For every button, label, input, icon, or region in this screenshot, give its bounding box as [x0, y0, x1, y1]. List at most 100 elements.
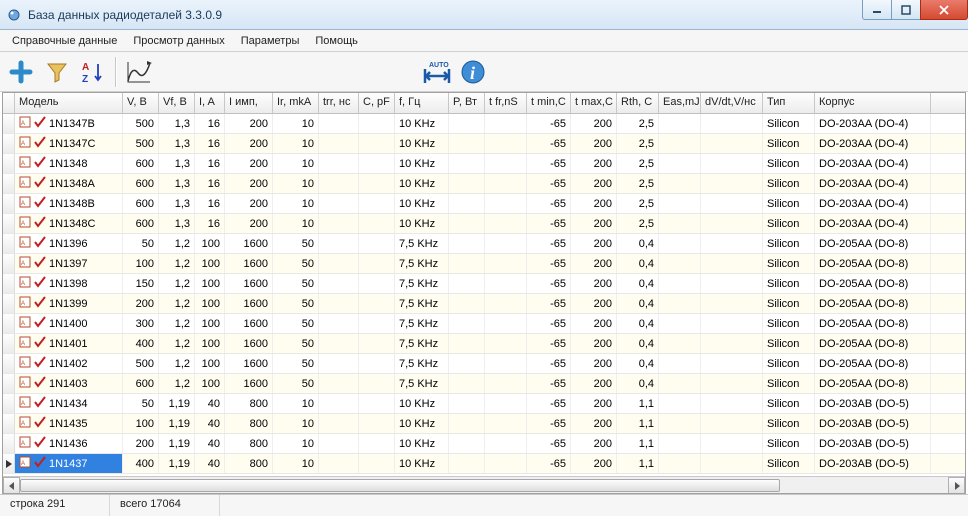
col-header-tmin[interactable]: t min,C [527, 93, 571, 113]
cell-tmax[interactable]: 200 [571, 434, 617, 453]
cell-typ[interactable]: Silicon [763, 254, 815, 273]
cell-typ[interactable]: Silicon [763, 454, 815, 473]
scroll-right-button[interactable] [948, 477, 965, 494]
cell-pw[interactable] [449, 454, 485, 473]
cell-korp[interactable]: DO-205AA (DO-8) [815, 354, 931, 373]
cell-cpf[interactable] [359, 274, 395, 293]
cell-ir[interactable]: 10 [273, 174, 319, 193]
cell-korp[interactable]: DO-205AA (DO-8) [815, 334, 931, 353]
table-row[interactable]: A1N14374001,19408001010 KHz-652001,1Sili… [3, 454, 965, 474]
cell-tfr[interactable] [485, 134, 527, 153]
cell-korp[interactable]: DO-203AA (DO-4) [815, 134, 931, 153]
cell-fhz[interactable]: 10 KHz [395, 114, 449, 133]
cell-dvdt[interactable] [701, 394, 763, 413]
cell-cpf[interactable] [359, 334, 395, 353]
cell-tmax[interactable]: 200 [571, 114, 617, 133]
cell-rth[interactable]: 2,5 [617, 194, 659, 213]
cell-tmin[interactable]: -65 [527, 174, 571, 193]
cell-trr[interactable] [319, 394, 359, 413]
cell-eas[interactable] [659, 274, 701, 293]
cell-tfr[interactable] [485, 234, 527, 253]
cell-vfb[interactable]: 1,2 [159, 234, 195, 253]
cell-model[interactable]: A1N1348B [15, 194, 123, 213]
cell-fhz[interactable]: 7,5 KHz [395, 274, 449, 293]
cell-eas[interactable] [659, 114, 701, 133]
cell-vb[interactable]: 400 [123, 334, 159, 353]
cell-eas[interactable] [659, 134, 701, 153]
col-header-rth[interactable]: Rth, C [617, 93, 659, 113]
cell-trr[interactable] [319, 214, 359, 233]
cell-trr[interactable] [319, 354, 359, 373]
cell-ia[interactable]: 100 [195, 254, 225, 273]
cell-tfr[interactable] [485, 154, 527, 173]
cell-model[interactable]: A1N1396 [15, 234, 123, 253]
cell-dvdt[interactable] [701, 274, 763, 293]
menu-reference-data[interactable]: Справочные данные [4, 32, 125, 50]
cell-typ[interactable]: Silicon [763, 414, 815, 433]
cell-eas[interactable] [659, 454, 701, 473]
cell-model[interactable]: A1N1436 [15, 434, 123, 453]
cell-korp[interactable]: DO-203AB (DO-5) [815, 394, 931, 413]
cell-ia[interactable]: 16 [195, 174, 225, 193]
col-header-vb[interactable]: V, B [123, 93, 159, 113]
cell-tmax[interactable]: 200 [571, 274, 617, 293]
window-close-button[interactable] [920, 0, 968, 20]
cell-tmin[interactable]: -65 [527, 314, 571, 333]
cell-tmax[interactable]: 200 [571, 174, 617, 193]
col-header-ia[interactable]: I, A [195, 93, 225, 113]
scroll-thumb[interactable] [20, 479, 780, 492]
cell-rth[interactable]: 0,4 [617, 234, 659, 253]
cell-cpf[interactable] [359, 314, 395, 333]
cell-ia[interactable]: 100 [195, 314, 225, 333]
cell-model[interactable]: A1N1435 [15, 414, 123, 433]
cell-iimp[interactable]: 800 [225, 394, 273, 413]
cell-model[interactable]: A1N1403 [15, 374, 123, 393]
cell-tfr[interactable] [485, 334, 527, 353]
cell-iimp[interactable]: 800 [225, 414, 273, 433]
col-header-dvdt[interactable]: dV/dt,V/нс [701, 93, 763, 113]
cell-fhz[interactable]: 10 KHz [395, 414, 449, 433]
cell-tfr[interactable] [485, 414, 527, 433]
cell-eas[interactable] [659, 414, 701, 433]
cell-tfr[interactable] [485, 294, 527, 313]
cell-vb[interactable]: 200 [123, 434, 159, 453]
cell-tmin[interactable]: -65 [527, 274, 571, 293]
cell-korp[interactable]: DO-205AA (DO-8) [815, 254, 931, 273]
cell-korp[interactable]: DO-205AA (DO-8) [815, 314, 931, 333]
cell-korp[interactable]: DO-203AA (DO-4) [815, 214, 931, 233]
cell-korp[interactable]: DO-205AA (DO-8) [815, 234, 931, 253]
cell-ia[interactable]: 40 [195, 394, 225, 413]
cell-model[interactable]: A1N1348A [15, 174, 123, 193]
col-header-vfb[interactable]: Vf, B [159, 93, 195, 113]
table-row[interactable]: A1N14351001,19408001010 KHz-652001,1Sili… [3, 414, 965, 434]
cell-iimp[interactable]: 1600 [225, 254, 273, 273]
cell-vb[interactable]: 200 [123, 294, 159, 313]
cell-tmax[interactable]: 200 [571, 354, 617, 373]
col-header-iimp[interactable]: I имп, [225, 93, 273, 113]
cell-korp[interactable]: DO-205AA (DO-8) [815, 294, 931, 313]
col-header-tmax[interactable]: t max,C [571, 93, 617, 113]
cell-trr[interactable] [319, 434, 359, 453]
cell-vfb[interactable]: 1,2 [159, 314, 195, 333]
cell-eas[interactable] [659, 374, 701, 393]
cell-tmax[interactable]: 200 [571, 374, 617, 393]
cell-typ[interactable]: Silicon [763, 134, 815, 153]
cell-vfb[interactable]: 1,2 [159, 294, 195, 313]
cell-tmax[interactable]: 200 [571, 134, 617, 153]
cell-iimp[interactable]: 200 [225, 154, 273, 173]
cell-ir[interactable]: 10 [273, 194, 319, 213]
cell-rth[interactable]: 2,5 [617, 154, 659, 173]
table-row[interactable]: A1N13981501,21001600507,5 KHz-652000,4Si… [3, 274, 965, 294]
cell-ia[interactable]: 40 [195, 414, 225, 433]
cell-typ[interactable]: Silicon [763, 194, 815, 213]
cell-tfr[interactable] [485, 454, 527, 473]
col-header-tfr[interactable]: t fr,nS [485, 93, 527, 113]
cell-fhz[interactable]: 10 KHz [395, 214, 449, 233]
cell-iimp[interactable]: 200 [225, 114, 273, 133]
cell-ir[interactable]: 50 [273, 314, 319, 333]
graph-button[interactable] [122, 55, 156, 89]
window-maximize-button[interactable] [891, 0, 921, 20]
cell-tfr[interactable] [485, 394, 527, 413]
cell-korp[interactable]: DO-203AA (DO-4) [815, 174, 931, 193]
cell-vb[interactable]: 600 [123, 174, 159, 193]
